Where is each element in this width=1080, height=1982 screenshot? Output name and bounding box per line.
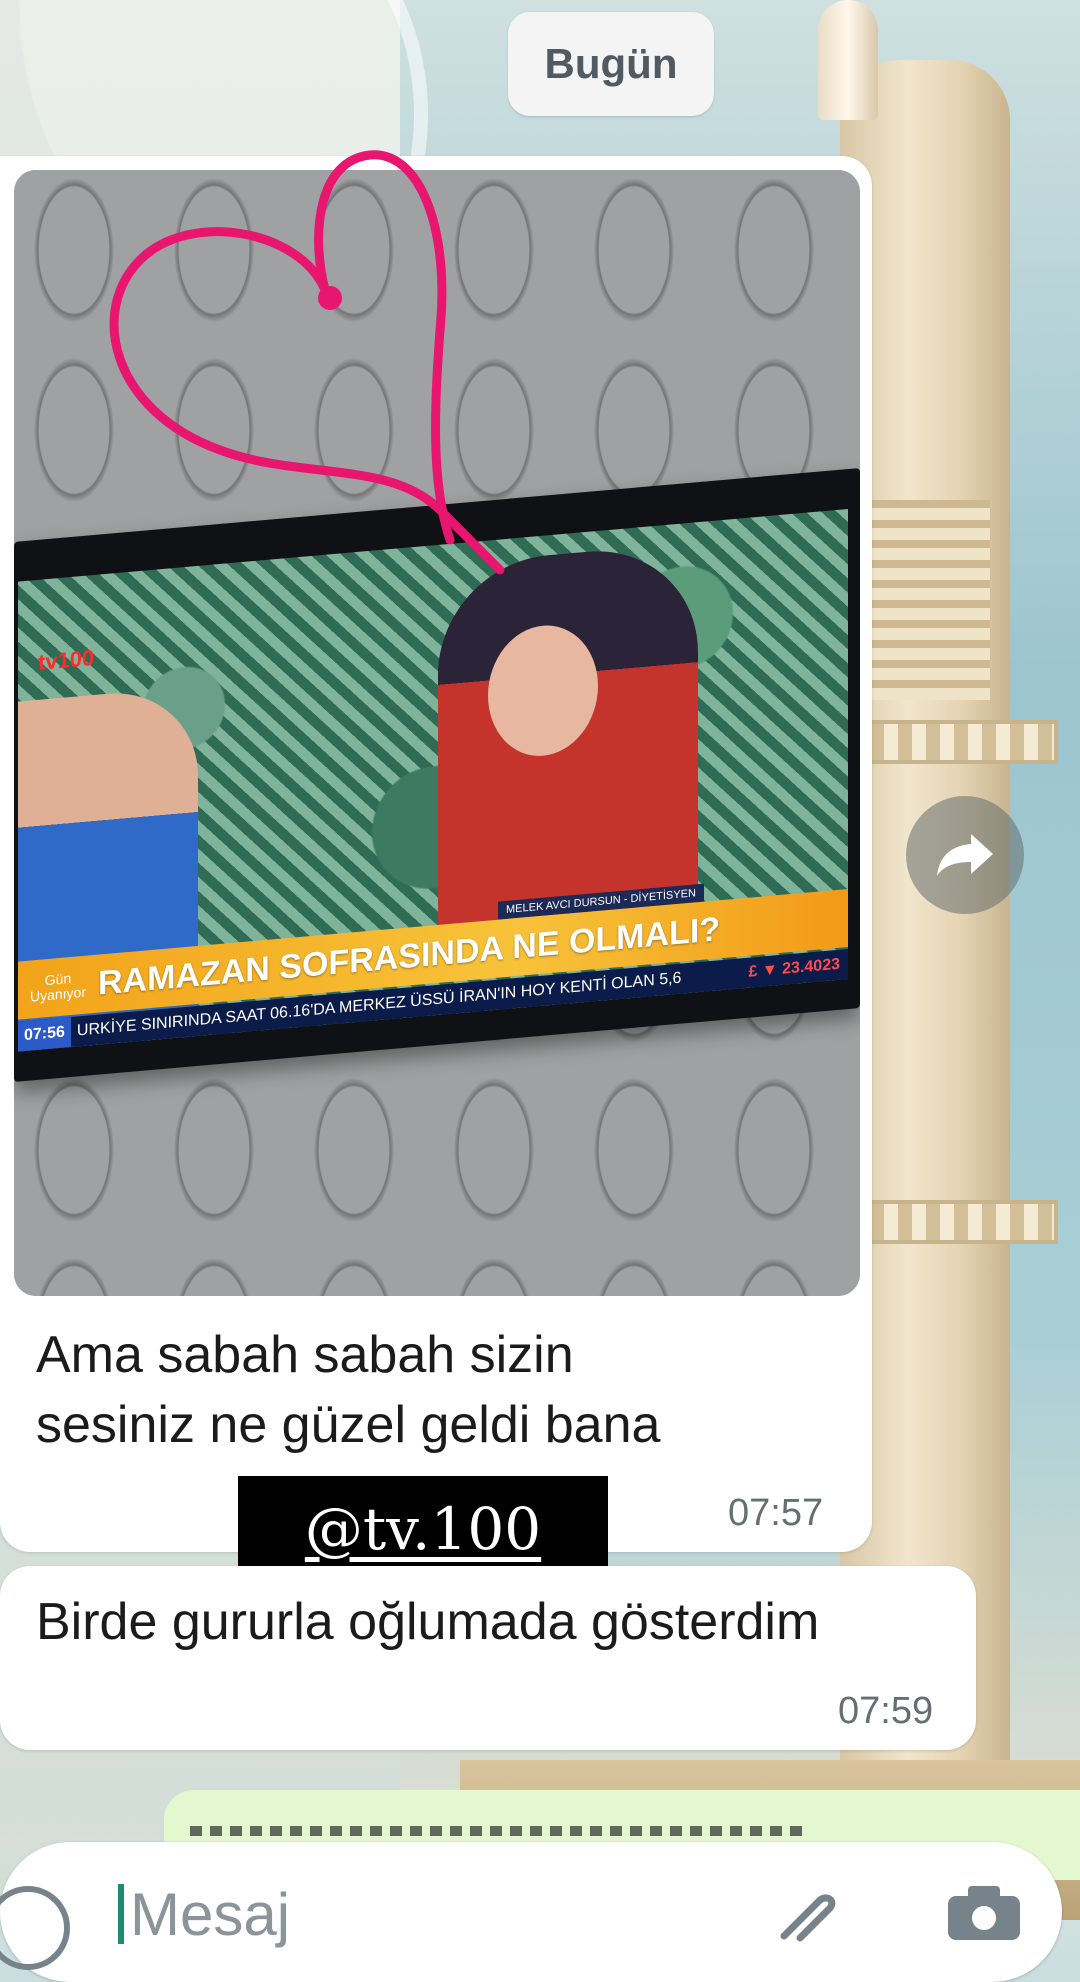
- tv-screen: tv100 MELEK AVCI DURSUN - DİYETİSYEN Gün…: [18, 509, 848, 1052]
- message-text-cut: [190, 1826, 810, 1836]
- forward-button[interactable]: [906, 796, 1024, 914]
- forward-icon: [937, 834, 993, 876]
- message-text: Ama sabah sabah sizin sesiniz ne güzel g…: [36, 1320, 836, 1460]
- paperclip-icon[interactable]: [774, 1886, 844, 1946]
- wallpaper-pattern: [860, 500, 990, 700]
- program-logo: Gün Uyanıyor: [18, 969, 98, 1006]
- message-text-line: Ama sabah sabah sizin: [36, 1326, 574, 1384]
- channel-logo: tv100: [38, 644, 95, 675]
- message-text-line: sesiniz ne güzel geldi bana: [36, 1396, 661, 1454]
- watermark-text: @tv.100: [304, 1495, 542, 1563]
- date-separator: Bugün: [508, 12, 714, 116]
- text-caret: [118, 1884, 124, 1944]
- wallpaper-minaret-top: [818, 0, 878, 120]
- message-text: Birde gururla oğlumada gösterdim: [36, 1593, 820, 1651]
- message-input[interactable]: Mesaj: [130, 1880, 290, 1949]
- heart-drawing: [109, 150, 505, 575]
- camera-icon[interactable]: [944, 1880, 1024, 1940]
- message-timestamp: 07:59: [838, 1690, 934, 1732]
- message-timestamp: 07:57: [728, 1492, 824, 1534]
- ticker-time: 07:56: [18, 1017, 71, 1052]
